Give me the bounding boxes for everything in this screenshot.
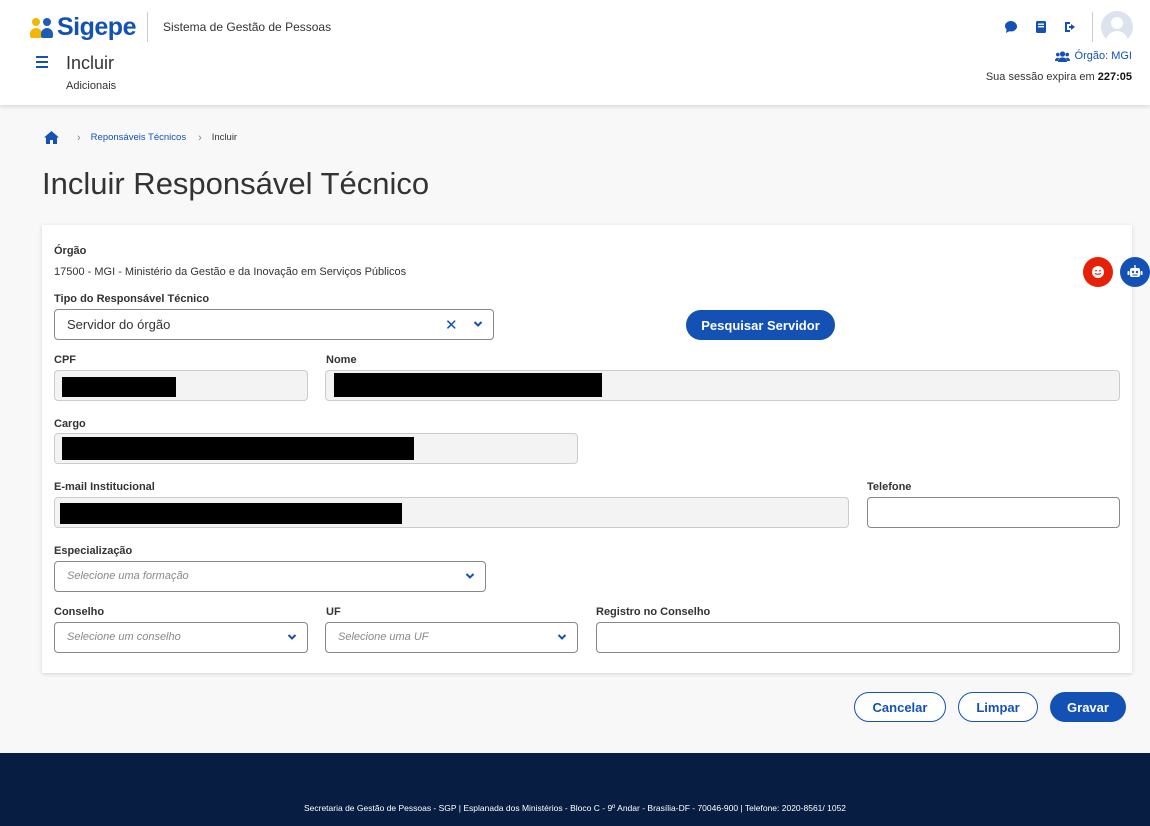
registro-label: Registro no Conselho <box>596 606 711 618</box>
robot-icon <box>1127 265 1143 277</box>
breadcrumb-current: Incluir <box>211 132 238 143</box>
page-footer: Secretaria de Gestão de Pessoas - SGP | … <box>0 753 1150 826</box>
pesquisar-servidor-button[interactable]: Pesquisar Servidor <box>686 310 835 340</box>
header-divider <box>147 12 148 42</box>
email-label: E-mail Institucional <box>54 481 155 493</box>
nome-field <box>325 370 1120 401</box>
orgao-label: Órgão: MGI <box>1074 50 1132 62</box>
hamburger-menu-icon[interactable] <box>36 56 48 68</box>
uf-select[interactable]: Selecione uma UF <box>325 622 578 653</box>
chevron-down-icon[interactable] <box>287 632 297 642</box>
cargo-label: Cargo <box>54 418 86 430</box>
especializacao-placeholder: Selecione uma formação <box>67 570 189 582</box>
chatbot-button[interactable] <box>1120 257 1150 287</box>
book-icon[interactable] <box>1033 19 1049 35</box>
telefone-label: Telefone <box>867 481 912 493</box>
chat-icon[interactable] <box>1003 19 1019 35</box>
orgao-link[interactable]: Órgão: MGI <box>1054 50 1132 62</box>
breadcrumb-link-responsaveis[interactable]: Reponsáveis Técnicos <box>91 132 186 143</box>
sigepe-logo[interactable]: Sigepe <box>30 13 136 42</box>
chevron-right-icon: › <box>198 131 202 144</box>
redacted-block <box>62 377 176 397</box>
telefone-input[interactable] <box>868 498 1119 527</box>
email-field <box>54 497 849 528</box>
cancel-button[interactable]: Cancelar <box>854 692 946 722</box>
cargo-field <box>54 433 578 464</box>
chevron-down-icon[interactable] <box>465 571 475 581</box>
smiley-icon <box>1092 266 1104 278</box>
redacted-block <box>60 503 402 524</box>
form-card: Órgão 17500 - MGI - Ministério da Gestão… <box>42 225 1132 673</box>
feedback-button[interactable] <box>1083 257 1113 287</box>
chevron-down-icon[interactable] <box>557 632 567 642</box>
conselho-label: Conselho <box>54 606 105 618</box>
app-header: Sigepe Sistema de Gestão de Pessoas Incl… <box>0 0 1150 105</box>
page-title: Incluir Responsável Técnico <box>42 166 430 201</box>
tipo-label: Tipo do Responsável Técnico <box>54 293 210 305</box>
telefone-field[interactable] <box>867 497 1120 528</box>
chevron-right-icon: › <box>77 131 81 144</box>
orgao-field-label: Órgão <box>54 245 87 257</box>
logo-text: Sigepe <box>57 13 136 41</box>
users-icon <box>1054 50 1070 62</box>
page-subheading: Adicionais <box>66 80 117 92</box>
home-icon[interactable] <box>44 131 59 144</box>
registro-input[interactable] <box>597 623 1119 652</box>
especializacao-label: Especialização <box>54 545 133 557</box>
registro-field[interactable] <box>596 622 1120 653</box>
chevron-down-icon[interactable] <box>473 319 483 329</box>
redacted-block <box>334 373 602 397</box>
uf-label: UF <box>326 606 341 618</box>
tipo-selected-value: Servidor do órgão <box>67 317 171 332</box>
breadcrumb: › Reponsáveis Técnicos › Incluir <box>44 131 237 144</box>
nome-label: Nome <box>326 354 357 366</box>
conselho-placeholder: Selecione um conselho <box>67 631 181 643</box>
session-timer: Sua sessão expira em 227:05 <box>985 71 1132 83</box>
conselho-select[interactable]: Selecione um conselho <box>54 622 308 653</box>
system-name: Sistema de Gestão de Pessoas <box>163 20 332 34</box>
logout-icon[interactable] <box>1063 19 1079 35</box>
clear-icon[interactable]: ✕ <box>445 316 458 334</box>
redacted-block <box>62 437 414 460</box>
orgao-field-value: 17500 - MGI - Ministério da Gestão e da … <box>54 266 407 278</box>
header-divider-right <box>1092 12 1093 42</box>
save-button[interactable]: Gravar <box>1050 692 1126 722</box>
especializacao-select[interactable]: Selecione uma formação <box>54 561 486 592</box>
cpf-label: CPF <box>54 354 76 366</box>
people-logo-icon <box>30 16 54 40</box>
page-heading: Incluir <box>66 53 115 73</box>
session-time: 227:05 <box>1097 71 1132 83</box>
uf-placeholder: Selecione uma UF <box>338 631 429 643</box>
cpf-field <box>54 370 308 401</box>
clear-button[interactable]: Limpar <box>958 692 1038 722</box>
user-avatar[interactable] <box>1101 11 1133 43</box>
footer-text: Secretaria de Gestão de Pessoas - SGP | … <box>303 803 847 813</box>
tipo-select[interactable]: Servidor do órgão ✕ <box>54 309 494 340</box>
